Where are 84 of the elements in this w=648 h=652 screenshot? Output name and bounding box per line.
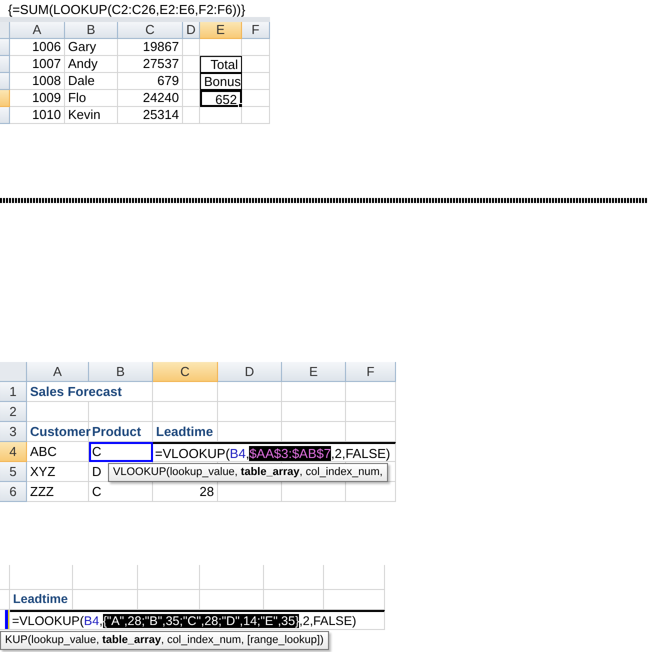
table-cell: C xyxy=(89,442,153,462)
empty-cell xyxy=(242,56,270,73)
table-cell: Flo xyxy=(65,90,118,107)
formula-editor[interactable]: =VLOOKUP(B4,{"A",28;"B",35;"C",28;"D",14;"E",35},2,FALSE) xyxy=(10,610,385,630)
row-header[interactable]: 3 xyxy=(0,422,27,442)
column-header[interactable]: D xyxy=(218,362,282,382)
empty-cell xyxy=(183,107,200,124)
empty-cell xyxy=(282,402,346,422)
table-cell: 19867 xyxy=(118,39,183,56)
formula-text: {=SUM(LOOKUP(C2:C26,E2:E6,F2:F6))} xyxy=(8,2,246,17)
empty-cell xyxy=(218,382,282,402)
empty-cell xyxy=(242,39,270,56)
column-header[interactable]: E xyxy=(200,22,242,39)
column-header[interactable]: F xyxy=(346,362,396,382)
empty-cell xyxy=(264,565,324,590)
empty-cell xyxy=(218,402,282,422)
table-cell: ABC xyxy=(27,442,89,462)
table-cell: 27537 xyxy=(118,56,183,73)
table-cell: 652 xyxy=(200,90,242,107)
select-all-corner[interactable] xyxy=(0,22,10,39)
empty-cell xyxy=(200,39,242,56)
table-cell: Dale xyxy=(65,73,118,90)
column-header[interactable]: A xyxy=(27,362,89,382)
sheet-title: Sales Forecast xyxy=(27,382,153,402)
formula-editor[interactable]: =VLOOKUP(B4,$AA$3:$AB$7,2,FALSE) xyxy=(153,442,396,462)
empty-cell xyxy=(153,402,218,422)
column-header[interactable]: C xyxy=(153,362,218,382)
empty-cell xyxy=(73,565,138,590)
empty-cell xyxy=(242,73,270,90)
table-cell: 1009 xyxy=(10,90,65,107)
table-cell: Gary xyxy=(65,39,118,56)
table-cell: Bonus xyxy=(200,73,242,90)
column-header[interactable]: B xyxy=(65,22,118,39)
row-header-strip[interactable] xyxy=(0,107,10,124)
table-cell: Kevin xyxy=(65,107,118,124)
column-label: Customer xyxy=(27,422,89,442)
row-header-strip[interactable] xyxy=(0,73,10,90)
function-tooltip: VLOOKUP(lookup_value, table_array, col_index_num, xyxy=(108,463,388,482)
empty-cell xyxy=(0,565,10,590)
column-header[interactable]: C xyxy=(118,22,183,39)
empty-cell xyxy=(282,382,346,402)
empty-cell xyxy=(89,402,153,422)
table-cell: Total xyxy=(200,56,242,73)
function-tooltip: KUP(lookup_value, table_array, col_index_num, [range_lookup]) xyxy=(0,631,329,650)
row-header[interactable]: 1 xyxy=(0,382,27,402)
empty-cell xyxy=(138,565,200,590)
table-cell: 24240 xyxy=(118,90,183,107)
row-header[interactable]: 6 xyxy=(0,482,27,502)
empty-cell xyxy=(242,90,270,107)
empty-cell xyxy=(242,107,270,124)
range-border xyxy=(0,610,10,630)
empty-cell xyxy=(346,382,396,402)
column-header[interactable]: F xyxy=(242,22,270,39)
column-header[interactable]: A xyxy=(10,22,65,39)
table-cell: XYZ xyxy=(27,462,89,482)
column-header[interactable]: B xyxy=(89,362,153,382)
row-header-strip[interactable] xyxy=(0,56,10,73)
table-cell: 679 xyxy=(118,73,183,90)
row-header-strip[interactable] xyxy=(0,90,10,107)
empty-cell xyxy=(183,90,200,107)
empty-cell xyxy=(183,56,200,73)
table-cell: 1006 xyxy=(10,39,65,56)
table-cell: ZZZ xyxy=(27,482,89,502)
table-cell: 25314 xyxy=(118,107,183,124)
empty-cell xyxy=(200,107,242,124)
select-all-corner[interactable] xyxy=(0,362,27,382)
empty-cell xyxy=(10,565,73,590)
table-cell: 1010 xyxy=(10,107,65,124)
row-header[interactable]: 4 xyxy=(0,442,27,462)
column-header[interactable]: E xyxy=(282,362,346,382)
column-label: Product xyxy=(89,422,153,442)
empty-cell xyxy=(346,402,396,422)
empty-cell xyxy=(324,565,385,590)
empty-cell xyxy=(153,382,218,402)
empty-cell xyxy=(183,39,200,56)
row-header[interactable]: 2 xyxy=(0,402,27,422)
table-cell: 1008 xyxy=(10,73,65,90)
row-header[interactable]: 5 xyxy=(0,462,27,482)
empty-cell xyxy=(200,565,264,590)
table-cell: 1007 xyxy=(10,56,65,73)
table-cell: Andy xyxy=(65,56,118,73)
row-header-strip[interactable] xyxy=(0,39,10,56)
column-header[interactable]: D xyxy=(183,22,200,39)
empty-cell xyxy=(183,73,200,90)
